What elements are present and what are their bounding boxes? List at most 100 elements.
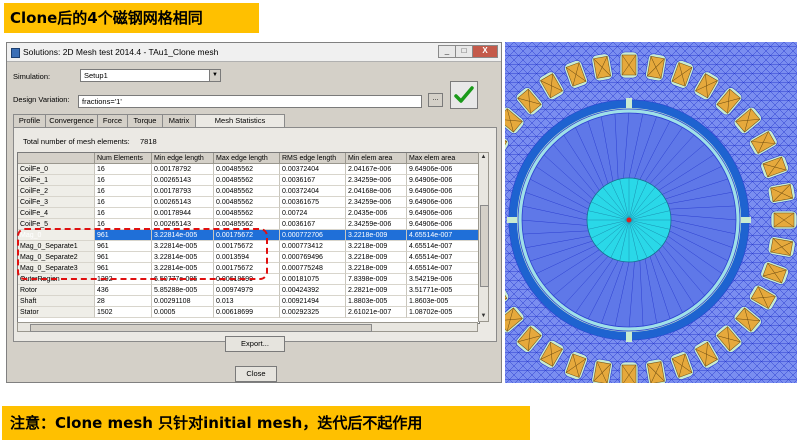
column-header[interactable]: Num Elements [95, 153, 152, 164]
apply-button[interactable] [450, 81, 478, 109]
column-header[interactable]: Max elem area [407, 153, 479, 164]
tab-torque[interactable]: Torque [127, 114, 163, 128]
tab-matrix[interactable]: Matrix [162, 114, 196, 128]
table-row[interactable]: Shaft 28 0.00291108 0.013 0.00921494 1.8803e-… [18, 296, 479, 307]
table-cell: 1502 [95, 307, 152, 318]
window-title: Solutions: 2D Mesh test 2014.4 - TAu1_Cl… [23, 47, 219, 57]
table-cell: 2.34259e-006 [346, 197, 407, 208]
table-cell: 2.04168e-006 [346, 186, 407, 197]
table-cell: 9.64906e-006 [407, 175, 479, 186]
table-cell: 9.64906e-006 [407, 208, 479, 219]
table-cell: 4.65514e-007 [407, 263, 479, 274]
table-row[interactable]: CoilFe_3 16 0.00265143 0.00485562 0.00361675… [18, 197, 479, 208]
design-variation-label: Design Variation: [13, 95, 70, 104]
total-elements-label: Total number of mesh elements: [23, 137, 130, 146]
app-icon [11, 48, 20, 58]
close-button[interactable]: Close [235, 366, 277, 382]
table-cell: 0.000769496 [280, 252, 346, 263]
region-name-cell: CoilFe_4 [18, 208, 95, 219]
magnet-gap [739, 217, 751, 223]
table-cell: 16 [95, 197, 152, 208]
export-button[interactable]: Export... [225, 336, 285, 352]
simulation-value: Setup1 [84, 71, 108, 80]
column-header[interactable] [18, 153, 95, 164]
table-cell: 16 [95, 208, 152, 219]
table-cell: 0.000772706 [280, 230, 346, 241]
table-cell: 0.00974979 [214, 285, 280, 296]
table-cell: 1.08702e-005 [407, 307, 479, 318]
tab-profile[interactable]: Profile [13, 114, 46, 128]
magnet-gap [626, 98, 632, 110]
table-cell: 3.54219e-006 [407, 274, 479, 285]
table-cell: 0.00178793 [152, 186, 214, 197]
tab-force[interactable]: Force [97, 114, 128, 128]
table-horizontal-scrollbar[interactable] [17, 322, 478, 332]
table-cell: 0.00292325 [280, 307, 346, 318]
table-cell: 2.34259e-006 [346, 219, 407, 230]
region-name-cell: Rotor [18, 285, 95, 296]
close-window-button[interactable]: X [472, 45, 498, 58]
table-row[interactable]: CoilFe_4 16 0.00178944 0.00485562 0.00724 2.0… [18, 208, 479, 219]
table-row[interactable]: CoilFe_2 16 0.00178793 0.00485562 0.00372404… [18, 186, 479, 197]
table-cell: 0.00181075 [280, 274, 346, 285]
table-cell: 1.8803e-005 [346, 296, 407, 307]
table-cell: 3.2218e-009 [346, 252, 407, 263]
table-cell: 0.00424392 [280, 285, 346, 296]
region-name-cell: CoilFe_1 [18, 175, 95, 186]
table-cell: 16 [95, 175, 152, 186]
minimize-button[interactable]: _ [438, 45, 456, 58]
tab-convergence[interactable]: Convergence [45, 114, 98, 128]
table-cell: 4.65514e-007 [407, 230, 479, 241]
table-row[interactable]: CoilFe_1 16 0.00265143 0.00485562 0.0036167 2… [18, 175, 479, 186]
table-row[interactable]: Rotor 436 5.85288e-005 0.00974979 0.00424392… [18, 285, 479, 296]
scrollbar-thumb[interactable] [30, 324, 372, 332]
stator-slot [619, 51, 639, 79]
table-cell: 0.00265143 [152, 175, 214, 186]
table-cell: 0.00178792 [152, 164, 214, 175]
table-cell: 9.64906e-006 [407, 186, 479, 197]
column-header[interactable]: RMS edge length [280, 153, 346, 164]
table-cell: 0.013 [214, 296, 280, 307]
region-name-cell: CoilFe_2 [18, 186, 95, 197]
table-cell: 0.00618699 [214, 307, 280, 318]
simulation-label: Simulation: [13, 72, 51, 81]
scroll-up-icon[interactable]: ▲ [479, 153, 488, 162]
table-vertical-scrollbar[interactable]: ▲ ▼ [478, 152, 489, 322]
scrollbar-thumb[interactable] [480, 205, 489, 287]
motor-mesh-view[interactable] [505, 42, 797, 383]
column-header[interactable]: Min edge length [152, 153, 214, 164]
table-cell: 0.00485562 [214, 175, 280, 186]
table-cell: 2.0435e-006 [346, 208, 407, 219]
maximize-button[interactable]: □ [455, 45, 473, 58]
table-cell: 0.0036167 [280, 219, 346, 230]
scroll-down-icon[interactable]: ▼ [479, 312, 488, 321]
table-cell: 3.2218e-009 [346, 230, 407, 241]
table-cell: 7.8398e-009 [346, 274, 407, 285]
table-row[interactable]: CoilFe_0 16 0.00178792 0.00485562 0.00372404… [18, 164, 479, 175]
table-cell: 4.65514e-007 [407, 241, 479, 252]
simulation-select[interactable]: Setup1 ▼ [80, 69, 221, 82]
total-elements-value: 7818 [140, 137, 157, 146]
design-variation-browse-button[interactable]: ... [428, 93, 443, 107]
table-cell: 0.00485562 [214, 164, 280, 175]
table-cell: 0.00921494 [280, 296, 346, 307]
region-name-cell: CoilFe_3 [18, 197, 95, 208]
table-cell: 0.00485562 [214, 197, 280, 208]
region-name-cell: Shaft [18, 296, 95, 307]
table-row[interactable]: Stator 1502 0.0005 0.00618699 0.00292325 2.61… [18, 307, 479, 318]
chevron-down-icon[interactable]: ▼ [209, 70, 220, 81]
table-cell: 0.0036167 [280, 175, 346, 186]
column-header[interactable]: Min elem area [346, 153, 407, 164]
table-cell: 9.64906e-006 [407, 219, 479, 230]
region-name-cell: CoilFe_0 [18, 164, 95, 175]
table-cell: 3.2218e-009 [346, 263, 407, 274]
magnet-gap [507, 217, 519, 223]
table-cell: 9.64906e-006 [407, 164, 479, 175]
table-cell: 0.00265143 [152, 197, 214, 208]
design-variation-field[interactable]: fractions='1' [78, 95, 422, 108]
column-header[interactable]: Max edge length [214, 153, 280, 164]
title-bar: Solutions: 2D Mesh test 2014.4 - TAu1_Cl… [7, 43, 501, 62]
table-cell: 436 [95, 285, 152, 296]
magnet-gap [626, 330, 632, 342]
center-point [626, 217, 632, 223]
